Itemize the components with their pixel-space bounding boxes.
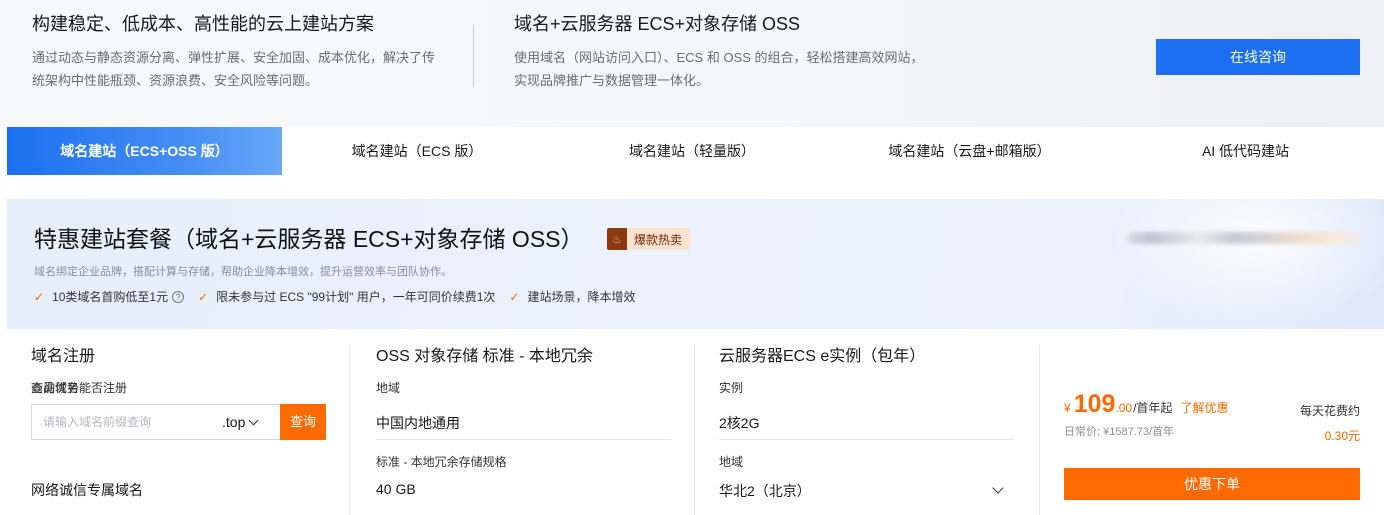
chevron-down-icon <box>248 415 259 425</box>
discount-link[interactable]: 了解优惠 <box>1180 399 1228 416</box>
column-divider <box>694 345 695 515</box>
price-currency: ¥ <box>1064 401 1071 415</box>
ecs-column: 云服务器ECS e实例（包年） 实例 2核2G 地域 华北2（北京） <box>719 346 1014 499</box>
feature-item: ✓ 建站场景，降本增效 <box>509 288 635 305</box>
feature-item: ✓ 10类域名首购低至1元 ? <box>34 288 185 305</box>
domain-search: .top 查询 <box>31 404 326 440</box>
price-decimal: .00 <box>1115 401 1133 415</box>
price-panel: ¥ 109 .00 /首年起 了解优惠 日常价: ¥1587.73/首年 每天花… <box>1064 390 1360 443</box>
tab-ecs[interactable]: 域名建站（ECS 版） <box>282 127 552 175</box>
flame-icon: ♨ <box>607 228 627 250</box>
price-integer: 109 <box>1073 390 1116 418</box>
price-unit: /首年起 <box>1133 401 1173 415</box>
solution-tabs: 域名建站（ECS+OSS 版） 域名建站（ECS 版） 域名建站（轻量版） 域名… <box>7 127 1384 175</box>
domain-title: 域名注册 <box>31 348 96 365</box>
ecs-region-label: 地域 <box>719 455 744 469</box>
divider <box>376 439 671 440</box>
daily-cost-value: 0.30元 <box>1324 429 1360 443</box>
check-icon: ✓ <box>509 289 520 304</box>
intro-left-title: 构建稳定、低成本、高性能的云上建站方案 <box>32 14 374 34</box>
package-header: 特惠建站套餐（域名+云服务器 ECS+对象存储 OSS） ♨ 爆款热卖 域名绑定… <box>7 199 1384 329</box>
order-button[interactable]: 优惠下单 <box>1064 468 1360 500</box>
tab-ai-lowcode[interactable]: AI 低代码建站 <box>1107 127 1384 175</box>
advantage-value: 网络诚信专属域名 <box>31 482 143 498</box>
feature-label: 10类域名首购低至1元 <box>52 290 169 304</box>
divider <box>719 439 1014 440</box>
tab-lightweight[interactable]: 域名建站（轻量版） <box>552 127 832 175</box>
intro-right-title: 域名+云服务器 ECS+对象存储 OSS <box>514 14 801 34</box>
tab-ecs-oss[interactable]: 域名建站（ECS+OSS 版） <box>7 127 282 175</box>
help-icon[interactable]: ? <box>172 290 185 303</box>
tab-disk-mail[interactable]: 域名建站（云盘+邮箱版） <box>832 127 1107 175</box>
feature-item: ✓ 限未参与过 ECS "99计划" 用户，一年可同价续费1次 <box>198 288 495 305</box>
package-features: ✓ 10类域名首购低至1元 ? ✓ 限未参与过 ECS "99计划" 用户，一年… <box>34 288 649 305</box>
hot-badge-label: 爆款热卖 <box>634 232 683 247</box>
oss-spec-label: 标准 - 本地冗余存储规格 <box>376 455 507 469</box>
intro-divider <box>473 25 474 87</box>
check-icon: ✓ <box>34 289 45 304</box>
domain-suffix-value: .top <box>222 414 246 430</box>
consult-button[interactable]: 在线咨询 <box>1156 39 1360 75</box>
ecs-instance-label: 实例 <box>719 381 744 395</box>
domain-input-wrap: .top <box>31 404 280 440</box>
ecs-instance-value[interactable]: 2核2G <box>719 413 759 433</box>
ecs-region-value: 华北2（北京） <box>719 483 811 499</box>
header-glow <box>1097 199 1384 329</box>
oss-title: OSS 对象存储 标准 - 本地冗余 <box>376 348 593 365</box>
package-title: 特惠建站套餐（域名+云服务器 ECS+对象存储 OSS） <box>34 226 584 252</box>
daily-cost: 每天花费约 0.30元 <box>1300 402 1360 444</box>
ecs-title: 云服务器ECS e实例（包年） <box>719 348 926 365</box>
check-icon: ✓ <box>198 289 209 304</box>
column-divider <box>1039 345 1040 515</box>
daily-cost-label: 每天花费约 <box>1299 404 1360 418</box>
intro-left-desc: 通过动态与静态资源分离、弹性扩展、安全加固、成本优化，解决了传统架构中性能瓶颈、… <box>32 50 436 88</box>
oss-region-value[interactable]: 中国内地通用 <box>376 413 460 433</box>
hot-badge: ♨ 爆款热卖 <box>607 228 691 250</box>
advantage-label: 商品优势 <box>31 381 80 395</box>
oss-column: OSS 对象存储 标准 - 本地冗余 地域 中国内地通用 标准 - 本地冗余存储… <box>376 346 671 497</box>
feature-label: 建站场景，降本增效 <box>527 290 636 304</box>
domain-suffix-select[interactable]: .top <box>222 414 265 430</box>
intro-left: 构建稳定、低成本、高性能的云上建站方案 通过动态与静态资源分离、弹性扩展、安全加… <box>32 12 442 92</box>
chevron-down-icon <box>992 482 1004 494</box>
intro-right-desc: 使用域名（网站访问入口）、ECS 和 OSS 的组合，轻松搭建高效网站，实现品牌… <box>514 50 924 88</box>
intro-banner: 构建稳定、低成本、高性能的云上建站方案 通过动态与静态资源分离、弹性扩展、安全加… <box>0 0 1384 127</box>
domain-input[interactable] <box>32 415 222 429</box>
column-divider <box>349 345 350 515</box>
feature-label: 限未参与过 ECS "99计划" 用户，一年可同价续费1次 <box>216 290 496 304</box>
domain-query-button[interactable]: 查询 <box>280 404 326 440</box>
oss-region-label: 地域 <box>376 381 401 395</box>
ecs-region-select[interactable]: 华北2（北京） <box>719 481 1014 501</box>
blurred-promo-tag <box>1127 232 1367 244</box>
package-subtitle: 域名绑定企业品牌，搭配计算与存储，帮助企业降本增效，提升运营效率与团队协作。 <box>34 266 452 278</box>
domain-column: 域名注册 查询域名能否注册 .top 查询 商品优势 网络诚信专属域名 <box>31 346 326 498</box>
intro-right: 域名+云服务器 ECS+对象存储 OSS 使用域名（网站访问入口）、ECS 和 … <box>514 12 924 92</box>
oss-spec-value[interactable]: 40 GB <box>376 481 671 497</box>
